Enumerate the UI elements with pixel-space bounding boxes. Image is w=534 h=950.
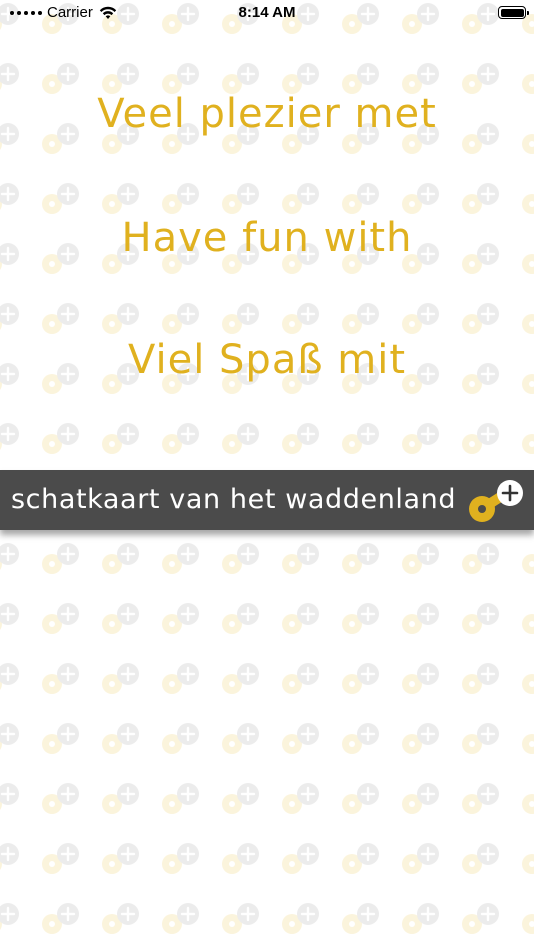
brand-name: schatkaart van het waddenland <box>11 484 457 515</box>
greeting-dutch: Veel plezier met <box>97 91 437 137</box>
battery-level <box>500 8 524 17</box>
status-time: 8:14 AM <box>238 4 296 21</box>
brand-banner: schatkaart van het waddenland <box>0 470 534 530</box>
greeting-german: Viel Spaß mit <box>128 337 406 383</box>
battery-icon <box>498 6 529 19</box>
app-logo-icon <box>469 480 523 522</box>
greeting-english: Have fun with <box>121 215 413 261</box>
status-bar: Carrier 8:14 AM <box>0 0 534 26</box>
